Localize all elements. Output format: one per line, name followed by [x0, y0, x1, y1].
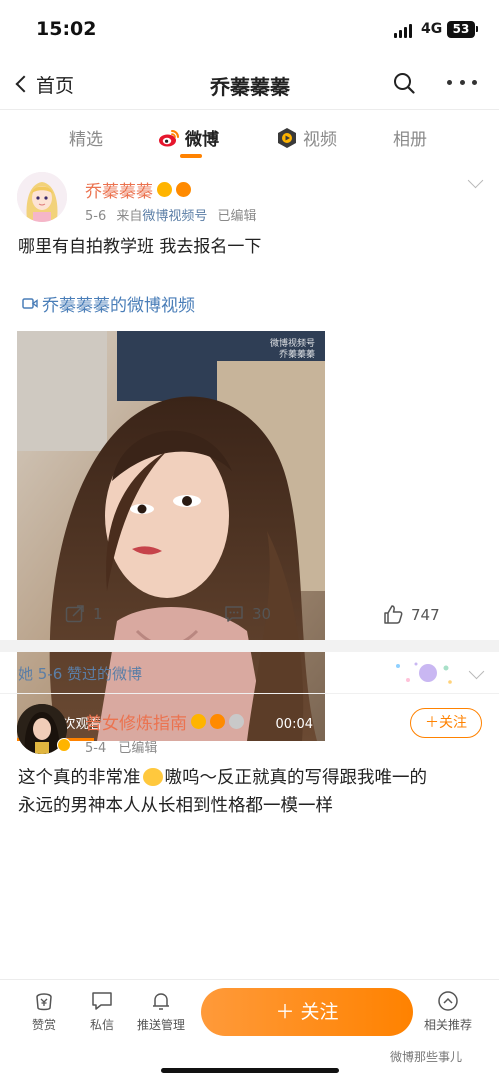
battery-tip	[476, 26, 478, 32]
post-text-rest: 嗷呜～反正就真的写得跟我唯一的	[164, 768, 428, 788]
source-prefix: 来自	[116, 209, 143, 224]
reward-label: 赞赏	[31, 1018, 56, 1032]
reward-button[interactable]: 赞赏	[14, 990, 74, 1033]
liked-section-header[interactable]: 她 5-6 赞过的微博	[0, 652, 499, 694]
nav-bar: 首页 乔蓁蓁蓁	[0, 58, 499, 110]
post-author[interactable]: 乔蓁蓁蓁	[85, 177, 191, 202]
battery-icon: 53	[447, 21, 475, 38]
decorative-sparkle-icon	[396, 662, 452, 684]
emoji-icon	[142, 768, 163, 786]
fan-badge-icon	[210, 714, 225, 729]
bell-icon	[153, 993, 169, 1010]
post-menu-chevron-down-icon[interactable]	[467, 172, 484, 189]
video-link-label: 乔蓁蓁蓁的微博视频	[42, 296, 195, 316]
watermark-line1: 微博视频号	[269, 339, 315, 349]
repost-count: 1	[93, 605, 103, 623]
watermark-line2: 乔蓁蓁蓁	[278, 350, 315, 360]
liked-section-title: 她 5-6 赞过的微博	[18, 665, 143, 683]
video-link[interactable]: 乔蓁蓁蓁的微博视频	[22, 291, 195, 316]
comment-count: 30	[252, 605, 272, 623]
related-icon	[438, 991, 458, 1011]
tab-album[interactable]: 相册	[393, 125, 427, 150]
post-author[interactable]: 普女修炼指南	[85, 709, 244, 734]
post-meta: 5-6 来自微博视频号 已编辑	[85, 205, 257, 224]
liked-section-chevron-down-icon[interactable]	[468, 663, 485, 680]
bottom-bar: 赞赏 私信 推送管理 ＋ 关注 相关推荐 微博那些事儿	[0, 979, 499, 1080]
back-label: 首页	[36, 74, 75, 97]
page-title: 乔蓁蓁蓁	[210, 75, 290, 99]
author-name: 普女修炼指南	[85, 714, 187, 734]
medal-badge-icon	[229, 714, 244, 729]
weibo-icon	[159, 129, 179, 146]
tab-label: 精选	[69, 130, 103, 150]
crown-badge-icon	[157, 182, 172, 197]
home-indicator[interactable]	[161, 1068, 339, 1073]
tab-featured[interactable]: 精选	[69, 125, 103, 150]
video-duration: 00:04	[275, 717, 313, 732]
post-meta: 5-4 已编辑	[85, 737, 157, 756]
post-text-line1: 这个真的非常准 嗷呜～反正就真的写得跟我唯一的	[18, 764, 427, 792]
source-watermark: 微博那些事儿	[390, 1050, 463, 1064]
repost-button[interactable]: 1	[65, 605, 103, 623]
avatar-image	[17, 172, 67, 222]
follow-main-button[interactable]: ＋ 关注	[201, 988, 413, 1036]
like-icon	[384, 605, 403, 624]
related-label: 相关推荐	[423, 1018, 472, 1032]
message-icon	[92, 992, 112, 1010]
search-icon[interactable]	[393, 72, 415, 94]
comment-icon	[225, 606, 243, 622]
avatar[interactable]	[17, 172, 67, 222]
post-text-start: 这个真的非常准	[18, 768, 141, 788]
video-icon	[278, 127, 296, 148]
like-button[interactable]: 747	[383, 605, 440, 624]
push-settings-label: 推送管理	[136, 1018, 185, 1032]
edited-label: 已编辑	[118, 741, 158, 756]
crown-badge-icon	[191, 714, 206, 729]
fan-badge-icon	[176, 182, 191, 197]
back-button[interactable]: 首页	[12, 70, 74, 98]
edited-label: 已编辑	[217, 209, 257, 224]
reward-icon	[36, 993, 52, 1011]
tab-weibo[interactable]: 微博	[158, 125, 219, 150]
video-watermark: 微博视频号 乔蓁蓁蓁	[270, 339, 315, 361]
post-date: 5-6	[85, 209, 107, 224]
signal-icon	[394, 24, 414, 38]
action-bar: 1 30 747	[0, 595, 499, 637]
message-label: 私信	[89, 1018, 114, 1032]
tab-label: 微博	[185, 130, 219, 150]
related-button[interactable]: 相关推荐	[418, 990, 478, 1033]
source-link[interactable]: 微博视频号	[142, 209, 207, 224]
tab-label: 相册	[393, 130, 427, 150]
like-count: 747	[411, 605, 440, 624]
profile-tabs: 精选 微博 视频 相册	[0, 111, 499, 161]
back-chevron-icon	[15, 75, 33, 93]
active-tab-indicator	[180, 154, 202, 158]
section-divider	[0, 640, 499, 652]
post-text-line2: 永远的男神本人从长相到性格都一模一样	[18, 796, 333, 816]
push-settings-button[interactable]: 推送管理	[131, 990, 191, 1033]
tab-video[interactable]: 视频	[276, 125, 337, 150]
status-bar: 15:02 4G 53	[0, 0, 499, 58]
tab-label: 视频	[303, 130, 337, 150]
more-icon[interactable]	[447, 80, 477, 86]
comment-button[interactable]: 30	[224, 605, 271, 623]
status-time: 15:02	[36, 18, 97, 40]
follow-button[interactable]: ＋关注	[410, 708, 482, 738]
post-date: 5-4	[85, 741, 107, 756]
post-text: 哪里有自拍教学班 我去报名一下	[18, 237, 262, 257]
author-name: 乔蓁蓁蓁	[85, 182, 153, 202]
verified-badge-icon	[57, 738, 71, 752]
network-label: 4G	[421, 21, 443, 37]
video-camera-icon	[22, 298, 38, 309]
message-button[interactable]: 私信	[72, 990, 132, 1033]
repost-icon	[65, 605, 84, 623]
